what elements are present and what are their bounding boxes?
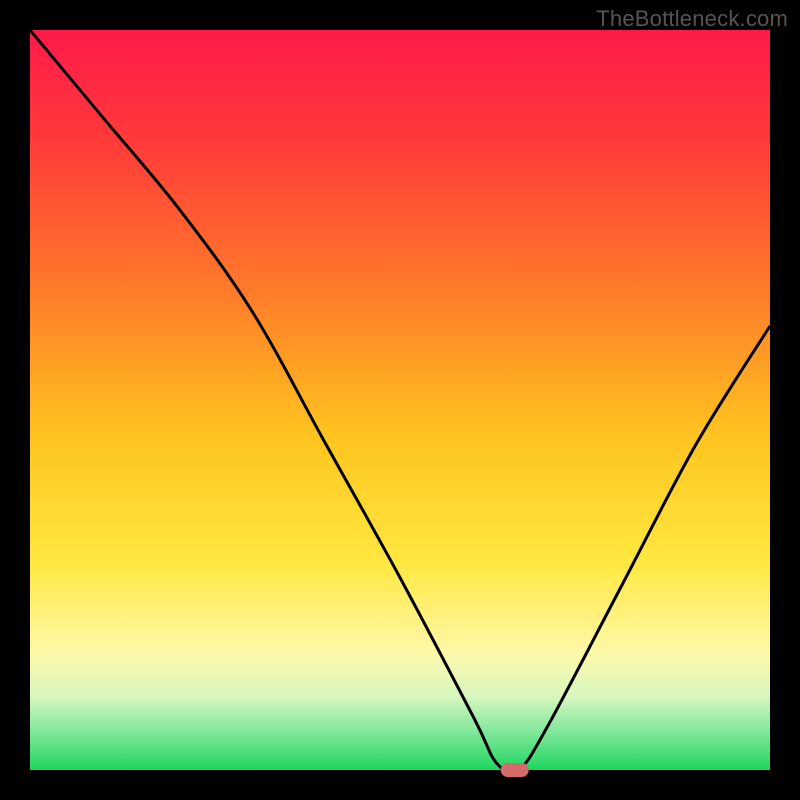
plot-background	[30, 30, 770, 770]
chart-container: TheBottleneck.com	[0, 0, 800, 800]
watermark-text: TheBottleneck.com	[596, 6, 788, 32]
optimal-marker	[501, 763, 529, 777]
bottleneck-chart	[0, 0, 800, 800]
